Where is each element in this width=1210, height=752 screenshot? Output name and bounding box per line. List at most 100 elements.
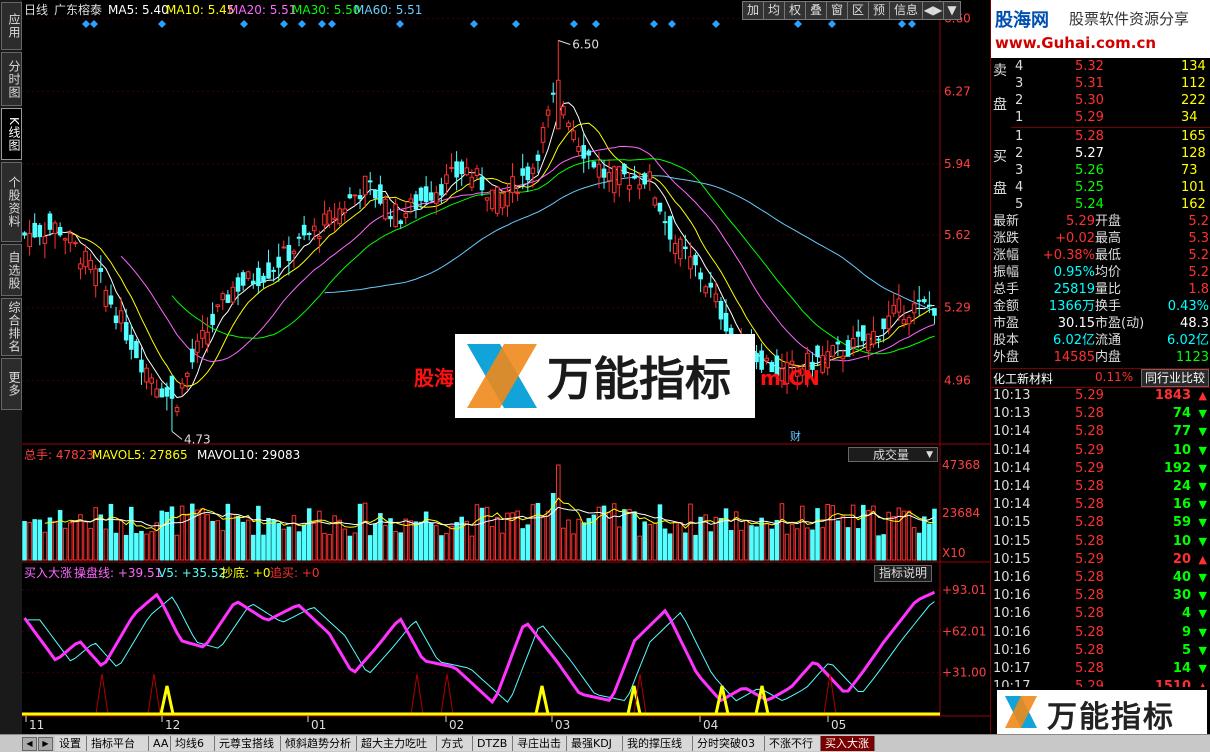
finance-tag[interactable]: 财	[790, 429, 801, 443]
candle	[622, 163, 627, 175]
indicator-selector[interactable]: 成交量 ▼	[848, 447, 938, 462]
buy-volume: 101	[1181, 180, 1206, 195]
volume-bar	[174, 534, 180, 561]
toolbar-button-8[interactable]: ◀▶	[922, 1, 944, 20]
bottom-tab-0[interactable]: 设置	[55, 736, 87, 751]
stat-label: 外盘	[993, 350, 1020, 365]
sell-volume: 112	[1181, 76, 1206, 91]
tick-time: 10:14	[993, 497, 1031, 513]
buy-level: 4	[1015, 180, 1024, 195]
left-tab-6[interactable]: 更多	[1, 358, 22, 410]
indicator-line3: 抄底: +0	[221, 565, 271, 580]
volume-bar	[444, 532, 449, 561]
candle	[642, 173, 647, 185]
candle	[261, 275, 266, 283]
volume-bar	[271, 519, 276, 561]
candle	[342, 208, 348, 214]
left-tab-3[interactable]: 个股资料	[1, 162, 22, 242]
stat-row: 股本 6.02亿 流通 6.02亿	[991, 332, 1210, 350]
toolbar-button-5[interactable]: 区	[847, 1, 869, 20]
tick-time: 10:14	[993, 442, 1031, 458]
stat-row: 振幅 0.95% 均价 5.2	[991, 264, 1210, 282]
tick-volume: 5	[1181, 642, 1191, 658]
bottom-tab-14[interactable]: 买入大涨	[821, 736, 875, 751]
candle	[718, 300, 724, 320]
indicator-selector-label: 成交量	[873, 448, 910, 462]
volume-bar	[256, 505, 261, 561]
candle	[352, 194, 358, 197]
candle	[530, 167, 536, 174]
tick-time: 10:16	[993, 570, 1031, 585]
candle	[617, 166, 622, 186]
bottom-tab-6[interactable]: 超大主力吃吐	[357, 736, 437, 751]
bottom-tab-1[interactable]: 指标平台	[87, 736, 149, 751]
toolbar-button-6[interactable]: 预	[868, 1, 890, 20]
candle	[57, 226, 63, 236]
volume-bar	[42, 531, 48, 561]
volume-bar	[805, 527, 810, 561]
bottom-tab-4[interactable]: 元尊宝搭线	[215, 736, 281, 751]
tick-row: 10:17 5.29 1510 ▲	[991, 678, 1210, 687]
date-tick: 01	[311, 718, 326, 732]
toolbar-button-4[interactable]: 窗	[826, 1, 848, 20]
candle	[464, 167, 470, 176]
toolbar-button-0[interactable]: 加	[742, 1, 764, 20]
toolbar-button-9[interactable]: ▼	[943, 1, 961, 20]
volume-bar	[627, 509, 632, 561]
candle	[922, 299, 927, 303]
candle	[317, 236, 322, 240]
left-tab-1[interactable]: 分时图	[1, 52, 22, 106]
candle	[667, 216, 673, 240]
arrow-down-icon: ▼	[1198, 425, 1207, 439]
bottom-tab-9[interactable]: 寻庄出击	[513, 736, 567, 751]
scroll-left-button[interactable]: ◀	[22, 737, 37, 751]
bottom-tab-11[interactable]: 我的撑压线	[623, 736, 693, 751]
bottom-tab-2[interactable]: AA	[149, 736, 171, 751]
left-tab-5[interactable]: 综合排名	[1, 298, 22, 356]
bottom-tab-5[interactable]: 倾斜趋势分析	[281, 736, 357, 751]
tick-price: 5.28	[1075, 497, 1104, 513]
volume-bar	[93, 507, 98, 561]
volume-bar	[37, 519, 43, 561]
left-tab-4[interactable]: 自选股	[1, 244, 22, 296]
sector-bar[interactable]: 化工新材料 0.11% 同行业比较	[991, 368, 1210, 388]
left-tab-0[interactable]: 应用	[1, 2, 22, 50]
tick-volume: 20	[1172, 551, 1191, 567]
bottom-tab-12[interactable]: 分时突破03	[693, 736, 765, 751]
candle	[139, 359, 144, 373]
site-logo[interactable]: 股海网 股票软件资源分享 www.Guhai.com.cn	[991, 0, 1210, 58]
arrow-down-icon: ▼	[1198, 643, 1207, 657]
sector-compare-button[interactable]: 同行业比较	[1141, 369, 1210, 387]
toolbar-button-2[interactable]: 权	[784, 1, 806, 20]
toolbar-button-7[interactable]: 信息	[889, 1, 923, 20]
tick-row: 10:16 5.28 40 ▼	[991, 569, 1210, 587]
bottom-tab-13[interactable]: 不涨不行	[765, 736, 821, 751]
bottom-tab-3[interactable]: 均线6	[171, 736, 215, 751]
volume-bar	[164, 511, 170, 561]
indicator-help-button[interactable]: 指标说明	[874, 565, 933, 582]
arrow-up-icon: ▲	[1198, 680, 1207, 687]
bottom-tab-7[interactable]: 方式	[437, 736, 473, 751]
period-label: 日线	[24, 3, 48, 17]
volume-bar	[916, 532, 922, 561]
site-logo-title: 股海网	[995, 10, 1049, 31]
volume-bar	[617, 526, 622, 561]
chart-area[interactable]: 日线 广东榕泰 MA5: 5.40 MA10: 5.45 MA20: 5.51 MA30:…	[22, 0, 990, 734]
candle	[439, 184, 444, 196]
candle	[281, 246, 287, 249]
site-logo-url: www.Guhai.com.cn	[995, 34, 1157, 52]
candle	[220, 293, 226, 301]
toolbar-button-1[interactable]: 均	[763, 1, 785, 20]
toolbar-button-3[interactable]: 叠	[805, 1, 827, 20]
candle	[647, 171, 653, 180]
tick-row: 10:15 5.29 20 ▲	[991, 551, 1210, 569]
kline-chart[interactable]: 日线 广东榕泰 MA5: 5.40MA10: 5.45MA20: 5.51MA30:…	[22, 0, 990, 734]
scroll-right-button[interactable]: ▶	[38, 737, 53, 751]
left-tab-2[interactable]: K线图	[1, 108, 22, 160]
candle	[449, 166, 454, 170]
bottom-tab-10[interactable]: 最强KDJ	[567, 736, 623, 751]
bottom-tab-8[interactable]: DTZB	[473, 736, 513, 751]
candle	[632, 175, 637, 179]
quote-panel: 股海网 股票软件资源分享 www.Guhai.com.cn 卖盘买盘 4 5.32 1…	[990, 0, 1210, 735]
stat-value: 1123	[1175, 350, 1209, 365]
